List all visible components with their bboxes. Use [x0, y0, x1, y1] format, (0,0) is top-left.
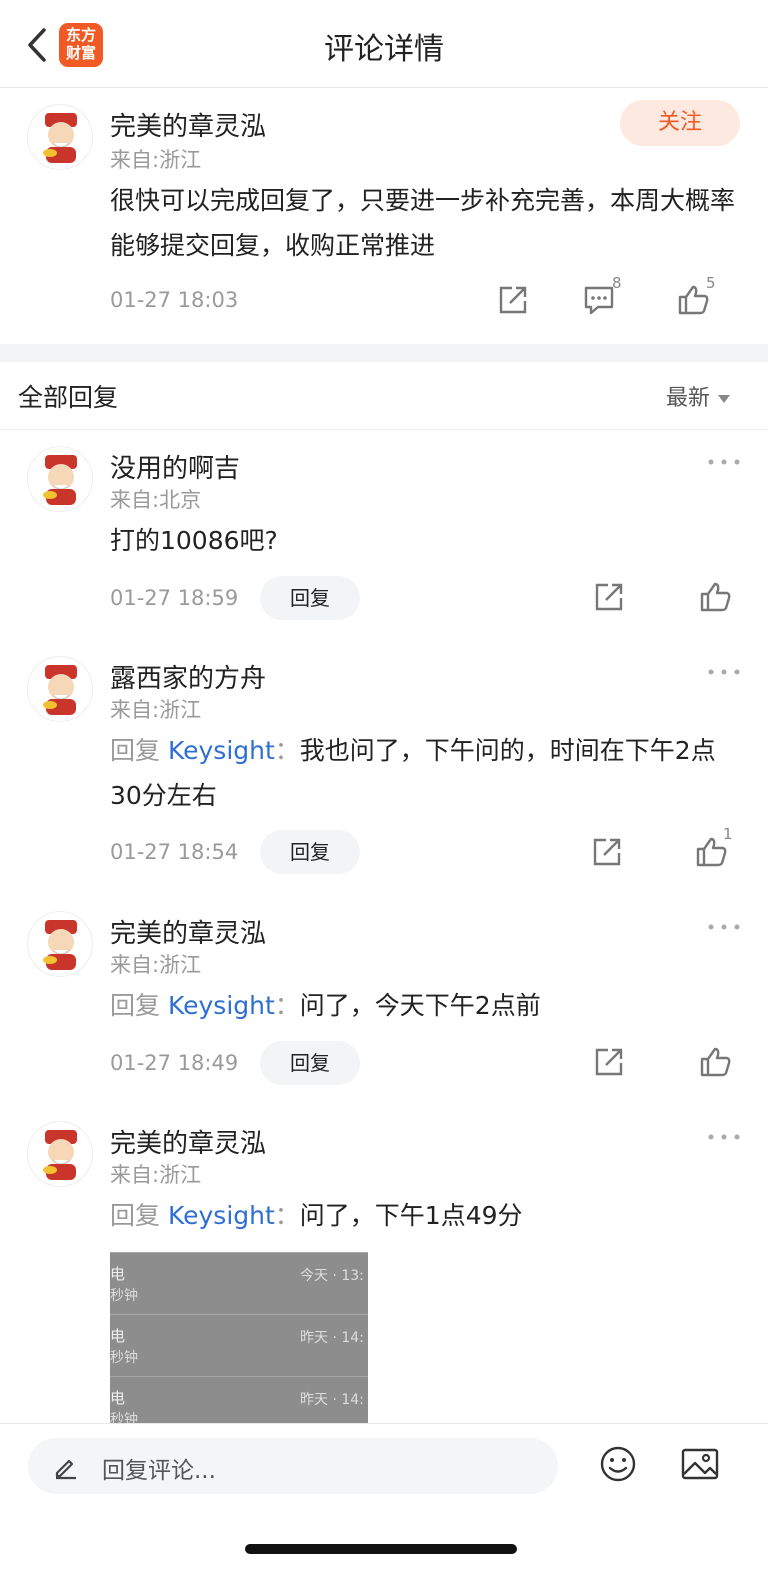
call-record-row: 电 秒钟 昨天 · 14:: [110, 1376, 368, 1424]
reply-body: 问了，下午1点49分: [299, 1201, 523, 1230]
reply-button[interactable]: 回复: [260, 1041, 360, 1085]
top-nav-bar: 东方 财富 评论详情: [0, 0, 768, 88]
call-record-row: 电 秒钟 昨天 · 14:: [110, 1314, 368, 1376]
reply-target-link[interactable]: Keysight: [168, 1201, 275, 1230]
reply-prefix: 回复: [110, 736, 161, 765]
reply-body: 问了，今天下午2点前: [299, 991, 541, 1020]
call-label: 电: [110, 1389, 126, 1407]
reply-text: 回复 Keysight：问了，下午1点49分: [110, 1193, 740, 1238]
avatar[interactable]: [27, 104, 93, 170]
location: 来自:北京: [110, 488, 202, 512]
share-icon[interactable]: [496, 283, 536, 323]
reply-item: 没用的啊吉 来自:北京 打的10086吧? 01-27 18:59 回复: [0, 430, 768, 640]
more-icon[interactable]: [706, 452, 742, 472]
location: 来自:浙江: [110, 148, 202, 172]
reply-prefix: 回复: [110, 1201, 161, 1230]
comment-text: 很快可以完成回复了，只要进一步补充完善，本周大概率能够提交回复，收购正常推进: [110, 186, 736, 260]
section-divider: [0, 344, 768, 362]
username[interactable]: 完美的章灵泓: [110, 913, 266, 950]
sort-label: 最新: [666, 386, 711, 411]
share-icon[interactable]: [590, 835, 630, 875]
username[interactable]: 露西家的方舟: [110, 658, 266, 695]
reply-text: 回复 Keysight：问了，今天下午2点前: [110, 983, 740, 1028]
call-duration: 秒钟: [110, 1288, 138, 1304]
reply-prefix: 回复: [110, 991, 161, 1020]
timestamp: 01-27 18:03: [110, 288, 239, 312]
comment-count: 8: [612, 274, 622, 292]
reply-colon: ：: [274, 736, 300, 765]
call-label: 电: [110, 1327, 126, 1345]
call-duration: 秒钟: [110, 1412, 138, 1424]
location: 来自:浙江: [110, 1163, 202, 1187]
username[interactable]: 没用的啊吉: [110, 448, 240, 485]
reply-colon: ：: [274, 991, 300, 1020]
timestamp: 01-27 18:59: [110, 586, 239, 610]
timestamp: 01-27 18:49: [110, 1051, 239, 1075]
chevron-down-icon: [718, 395, 731, 403]
like-count: 1: [723, 825, 733, 843]
reply-button[interactable]: 回复: [260, 576, 360, 620]
like-count: 5: [706, 274, 716, 292]
emoji-icon[interactable]: [598, 1444, 638, 1484]
call-time: 今天 · 13:: [300, 1268, 364, 1284]
call-time: 昨天 · 14:: [300, 1330, 364, 1346]
share-icon[interactable]: [592, 580, 632, 620]
username[interactable]: 完美的章灵泓: [110, 106, 266, 143]
reply-input-placeholder: 回复评论...: [102, 1458, 216, 1484]
avatar[interactable]: [27, 656, 93, 722]
reply-colon: ：: [274, 1201, 300, 1230]
image-icon[interactable]: [680, 1444, 720, 1484]
more-icon[interactable]: [706, 1127, 742, 1147]
call-record-row: 电 秒钟 今天 · 13:: [110, 1252, 368, 1314]
attached-image[interactable]: 电 秒钟 今天 · 13: 电 秒钟 昨天 · 14: 电 秒钟 昨天 · 14…: [110, 1252, 368, 1424]
reply-target-link[interactable]: Keysight: [168, 991, 275, 1020]
call-time: 昨天 · 14:: [300, 1392, 364, 1408]
more-icon[interactable]: [706, 662, 742, 682]
avatar[interactable]: [27, 1121, 93, 1187]
avatar[interactable]: [27, 911, 93, 977]
more-icon[interactable]: [706, 917, 742, 937]
reply-input[interactable]: 回复评论...: [28, 1438, 558, 1494]
like-icon[interactable]: [698, 1045, 738, 1085]
reply-text: 打的10086吧?: [110, 526, 278, 555]
follow-button[interactable]: 关注: [620, 100, 740, 146]
section-title: 全部回复: [18, 383, 119, 412]
call-label: 电: [110, 1265, 126, 1283]
reply-text: 回复 Keysight：我也问了，下午问的，时间在下午2点30分左右: [110, 728, 740, 818]
replies-header: 全部回复 最新: [0, 362, 768, 430]
reply-item: 完美的章灵泓 来自:浙江 回复 Keysight：问了，今天下午2点前 01-2…: [0, 895, 768, 1105]
reply-item: 露西家的方舟 来自:浙江 回复 Keysight：我也问了，下午问的，时间在下午…: [0, 640, 768, 895]
timestamp: 01-27 18:54: [110, 840, 239, 864]
home-indicator: [245, 1544, 517, 1554]
location: 来自:浙江: [110, 698, 202, 722]
like-icon[interactable]: [698, 580, 738, 620]
page-title: 评论详情: [324, 32, 444, 67]
sort-dropdown[interactable]: 最新: [666, 380, 731, 412]
location: 来自:浙江: [110, 953, 202, 977]
main-comment: 完美的章灵泓 来自:浙江 关注 很快可以完成回复了，只要进一步补充完善，本周大概…: [0, 88, 768, 344]
share-icon[interactable]: [592, 1045, 632, 1085]
reply-target-link[interactable]: Keysight: [168, 736, 275, 765]
reply-button[interactable]: 回复: [260, 830, 360, 874]
username[interactable]: 完美的章灵泓: [110, 1123, 266, 1160]
avatar[interactable]: [27, 446, 93, 512]
pencil-icon: [52, 1452, 80, 1480]
call-duration: 秒钟: [110, 1350, 138, 1366]
bottom-input-bar: 回复评论...: [0, 1423, 768, 1586]
